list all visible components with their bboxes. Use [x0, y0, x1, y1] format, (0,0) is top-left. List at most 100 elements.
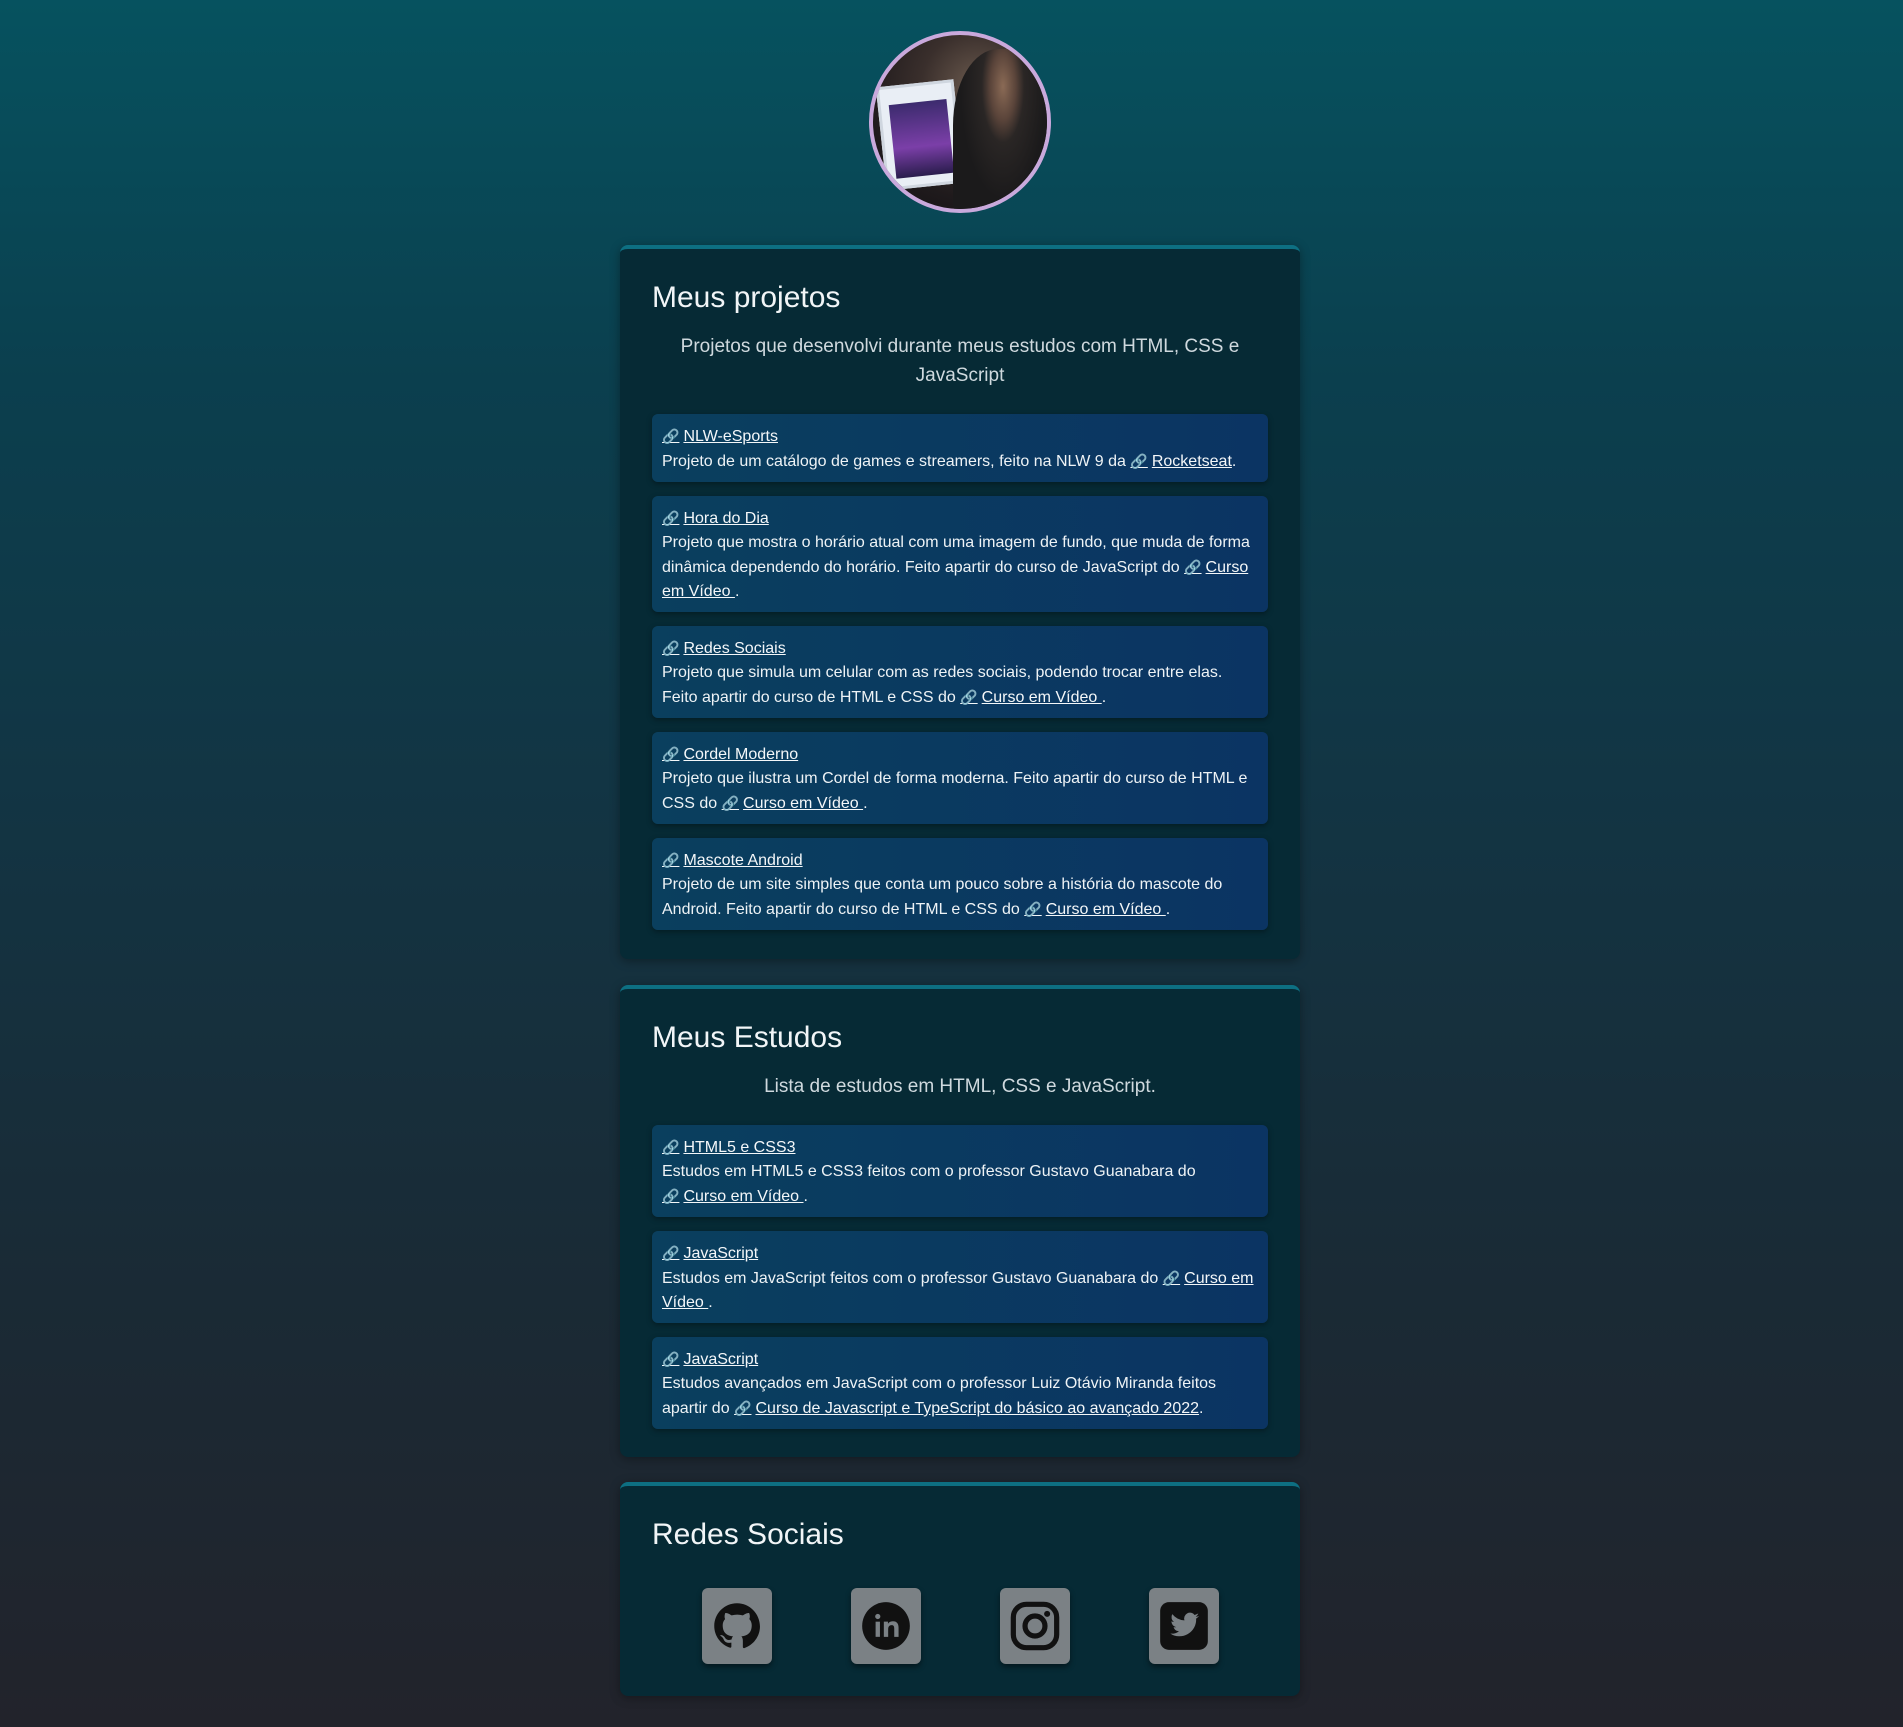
link-icon: 🔗 — [662, 1139, 680, 1155]
studies-list: 🔗 HTML5 e CSS3 Estudos em HTML5 e CSS3 fei… — [652, 1125, 1268, 1429]
item-title-link[interactable]: 🔗 Cordel Moderno — [662, 746, 798, 763]
item-title-line: 🔗 JavaScript — [662, 1347, 1258, 1372]
list-item: 🔗 Mascote Android Projeto de um site simpl… — [652, 838, 1268, 930]
item-title-link[interactable]: 🔗 JavaScript — [662, 1245, 758, 1262]
item-source-name: Curso em Vídeo — [743, 795, 864, 812]
instagram-link[interactable] — [999, 1588, 1070, 1664]
link-icon: 🔗 — [662, 1351, 680, 1367]
item-source-link[interactable]: 🔗 Curso em Vídeo — [662, 1188, 804, 1205]
item-description-text: Projeto de um catálogo de games e stream… — [662, 453, 1126, 470]
item-description-text: Estudos em HTML5 e CSS3 feitos com o pro… — [662, 1163, 1196, 1180]
item-title: Redes Sociais — [683, 640, 786, 657]
item-title-link[interactable]: 🔗 Redes Sociais — [662, 640, 786, 657]
link-icon: 🔗 — [662, 746, 680, 762]
item-description-end: . — [734, 583, 740, 600]
item-source-link[interactable]: 🔗 Curso em Vídeo — [1024, 901, 1166, 918]
item-title-link[interactable]: 🔗 NLW-eSports — [662, 428, 778, 445]
item-title-link[interactable]: 🔗 JavaScript — [662, 1351, 758, 1368]
link-icon: 🔗 — [662, 1188, 680, 1204]
item-title-line: 🔗 JavaScript — [662, 1241, 1258, 1266]
item-description: Estudos avançados em JavaScript com o pr… — [662, 1372, 1258, 1421]
profile-avatar — [869, 31, 1051, 213]
link-icon: 🔗 — [1162, 1270, 1181, 1286]
item-description: Estudos em HTML5 e CSS3 feitos com o pro… — [662, 1160, 1258, 1209]
item-title: HTML5 e CSS3 — [683, 1139, 796, 1156]
avatar-photo-monitor — [875, 79, 965, 191]
link-icon: 🔗 — [662, 1245, 680, 1261]
social-links — [652, 1588, 1268, 1696]
item-description: Estudos em JavaScript feitos com o profe… — [662, 1266, 1258, 1315]
link-icon: 🔗 — [1130, 453, 1148, 469]
item-description-text: Estudos em JavaScript feitos com o profe… — [662, 1270, 1159, 1287]
item-description: Projeto que mostra o horário atual com u… — [662, 531, 1258, 604]
item-title-link[interactable]: 🔗 Hora do Dia — [662, 510, 769, 527]
list-item: 🔗 HTML5 e CSS3 Estudos em HTML5 e CSS3 fei… — [652, 1125, 1268, 1217]
item-description-end: . — [1101, 689, 1107, 706]
item-source-name: Curso em Vídeo — [683, 1188, 804, 1205]
item-source-name: Curso em Vídeo — [981, 689, 1102, 706]
item-source-name: Curso de Javascript e TypeScript do bási… — [755, 1400, 1200, 1417]
item-description-end: . — [1199, 1400, 1204, 1417]
link-icon: 🔗 — [662, 640, 680, 656]
projects-subtitle: Projetos que desenvolvi durante meus est… — [680, 336, 1240, 386]
linkedin-link[interactable] — [850, 1588, 921, 1664]
item-title-link[interactable]: 🔗 HTML5 e CSS3 — [662, 1139, 795, 1156]
link-icon: 🔗 — [662, 852, 680, 868]
list-item: 🔗 Hora do Dia Projeto que mostra o horário… — [652, 496, 1268, 612]
social-title: Redes Sociais — [652, 1518, 844, 1551]
item-title-link[interactable]: 🔗 Mascote Android — [662, 852, 803, 869]
list-item: 🔗 JavaScript Estudos avançados em JavaScri… — [652, 1337, 1268, 1429]
item-title: Hora do Dia — [683, 510, 769, 527]
item-description: Projeto que ilustra um Cordel de forma m… — [662, 767, 1258, 816]
link-icon: 🔗 — [662, 510, 680, 526]
item-title-line: 🔗 Redes Sociais — [662, 636, 1258, 661]
projects-list: 🔗 NLW-eSports Projeto de um catálogo de ga… — [652, 414, 1268, 930]
item-description-end: . — [708, 1294, 713, 1311]
item-title-line: 🔗 HTML5 e CSS3 — [662, 1135, 1258, 1160]
linkedin-icon — [861, 1602, 910, 1650]
item-source-link[interactable]: 🔗 Curso em Vídeo — [722, 795, 864, 812]
link-icon: 🔗 — [721, 795, 740, 811]
item-title-line: 🔗 Cordel Moderno — [662, 742, 1258, 767]
item-description: Projeto de um site simples que conta um … — [662, 873, 1258, 922]
item-description: Projeto que simula um celular com as red… — [662, 661, 1258, 710]
item-source-name: Rocketseat — [1151, 453, 1232, 470]
list-item: 🔗 JavaScript Estudos em JavaScript feitos … — [652, 1231, 1268, 1323]
twitter-icon — [1159, 1602, 1208, 1650]
item-description-end: . — [803, 1188, 808, 1205]
item-title-line: 🔗 Mascote Android — [662, 848, 1258, 873]
projects-section: Meus projetos Projetos que desenvolvi du… — [620, 245, 1300, 959]
github-link[interactable] — [701, 1588, 772, 1664]
item-description-end: . — [863, 795, 868, 812]
item-title: JavaScript — [683, 1351, 759, 1368]
item-description: Projeto de um catálogo de games e stream… — [662, 449, 1258, 474]
twitter-link[interactable] — [1148, 1588, 1219, 1664]
item-source-name: Curso em Vídeo — [1045, 901, 1166, 918]
item-title-line: 🔗 NLW-eSports — [662, 424, 1258, 449]
studies-section: Meus Estudos Lista de estudos em HTML, C… — [620, 985, 1300, 1457]
instagram-icon — [1010, 1601, 1059, 1651]
item-description-text: Projeto que simula um celular com as red… — [662, 664, 1223, 706]
studies-subtitle: Lista de estudos em HTML, CSS e JavaScri… — [764, 1076, 1156, 1097]
studies-title: Meus Estudos — [652, 1021, 843, 1054]
social-section: Redes Sociais — [620, 1482, 1300, 1696]
item-source-link[interactable]: 🔗 Curso de Javascript e TypeScript do bás… — [734, 1400, 1199, 1417]
list-item: 🔗 Redes Sociais Projeto que simula um celu… — [652, 626, 1268, 718]
item-title: NLW-eSports — [683, 428, 778, 445]
item-source-link[interactable]: 🔗 Curso em Vídeo — [960, 689, 1102, 706]
list-item: 🔗 NLW-eSports Projeto de um catálogo de ga… — [652, 414, 1268, 482]
item-title: Cordel Moderno — [683, 746, 799, 763]
item-title: JavaScript — [683, 1245, 759, 1262]
link-icon: 🔗 — [662, 428, 680, 444]
item-description-end: . — [1165, 901, 1171, 918]
list-item: 🔗 Cordel Moderno Projeto que ilustra um Co… — [652, 732, 1268, 824]
github-icon — [713, 1603, 760, 1649]
link-icon: 🔗 — [960, 689, 978, 705]
item-description-end: . — [1231, 453, 1237, 470]
item-title-line: 🔗 Hora do Dia — [662, 506, 1258, 531]
avatar-photo-screen — [888, 99, 955, 179]
avatar-photo-person — [953, 49, 1047, 209]
projects-title: Meus projetos — [652, 281, 841, 314]
link-icon: 🔗 — [734, 1400, 752, 1416]
item-source-link[interactable]: 🔗 Rocketseat — [1130, 453, 1231, 470]
